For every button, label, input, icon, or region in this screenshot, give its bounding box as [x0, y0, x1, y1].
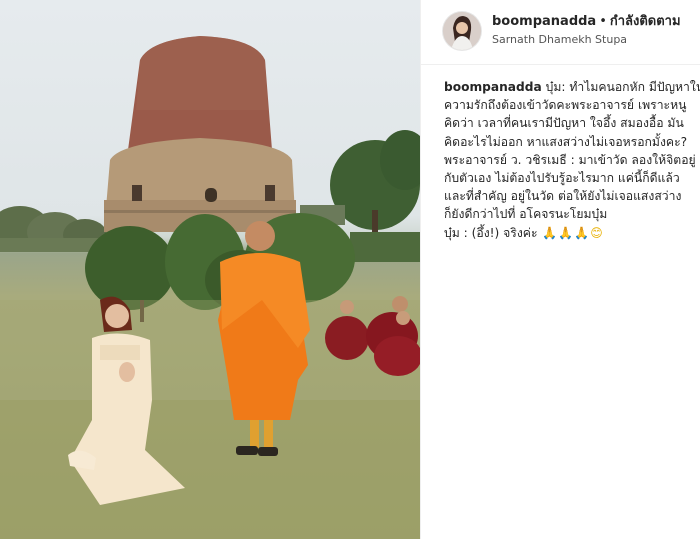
caption-line-7: และที่สำคัญ อยู่ในวัด ต่อให้ยังไม่เจอแสง…	[444, 189, 682, 204]
post-sidebar: boompanadda • กำลังติดตาม Sarnath Dhamekh …	[420, 0, 700, 539]
profile-photo-icon	[443, 12, 481, 50]
username-link[interactable]: boompanadda	[492, 14, 596, 29]
caption-text: บุ๋ม: ทำไมคนอกหัก มีปัญหาใน	[545, 80, 700, 94]
caption-username-link[interactable]: boompanadda	[444, 80, 542, 94]
post-photo[interactable]	[0, 0, 420, 539]
caption-line-4: คิดอะไรไม่ออก หาแสงสว่างไม่เจอหรอกมั้งคะ…	[444, 134, 688, 149]
folded-hands-icon: 🙏	[574, 225, 590, 240]
caption-line-1: boompanadda บุ๋ม: ทำไมคนอกหัก มีปัญหาใน	[444, 78, 700, 96]
smiling-face-icon: 😊	[590, 225, 603, 240]
caption-line-3: คิดว่า เวลาที่คนเรามีปัญหา ใจอึ้ง สมองอื…	[444, 116, 684, 131]
location-link[interactable]: Sarnath Dhamekh Stupa	[492, 32, 697, 48]
post-header: boompanadda • กำลังติดตาม Sarnath Dhamekh …	[421, 0, 700, 65]
caption-line-5: พระอาจารย์ ว. วชิรเมธี : มาเข้าวัด ลองให…	[444, 152, 696, 167]
caption-line-9: บุ๋ม : (อึ้ง!) จริงค่ะ 🙏🙏🙏😊	[444, 224, 696, 242]
caption-line-8: ก็ยังดีกว่าไปที่ อโคจรนะโยมบุ๋ม	[444, 207, 608, 222]
post-caption: boompanadda บุ๋ม: ทำไมคนอกหัก มีปัญหาใน …	[444, 78, 700, 242]
caption-line-6: กับตัวเอง ไม่ต้องไปรับรู้อะไรมาก แค่นี้ก…	[444, 171, 680, 186]
caption-text: บุ๋ม : (อึ้ง!) จริงค่ะ	[444, 225, 538, 240]
dhamekh-stupa	[104, 36, 296, 232]
caption-line-2: ความรักถึงต้องเข้าวัดคะพระอาจารย์ เพราะห…	[444, 98, 687, 113]
avatar[interactable]	[443, 12, 481, 50]
separator-dot: •	[599, 14, 607, 29]
photo-scene	[0, 36, 420, 539]
folded-hands-icon: 🙏	[558, 225, 574, 240]
folded-hands-icon: 🙏	[542, 225, 558, 240]
username-line: boompanadda • กำลังติดตาม	[492, 13, 697, 30]
following-button[interactable]: กำลังติดตาม	[610, 14, 681, 29]
header-text: boompanadda • กำลังติดตาม Sarnath Dhamekh …	[492, 13, 697, 48]
